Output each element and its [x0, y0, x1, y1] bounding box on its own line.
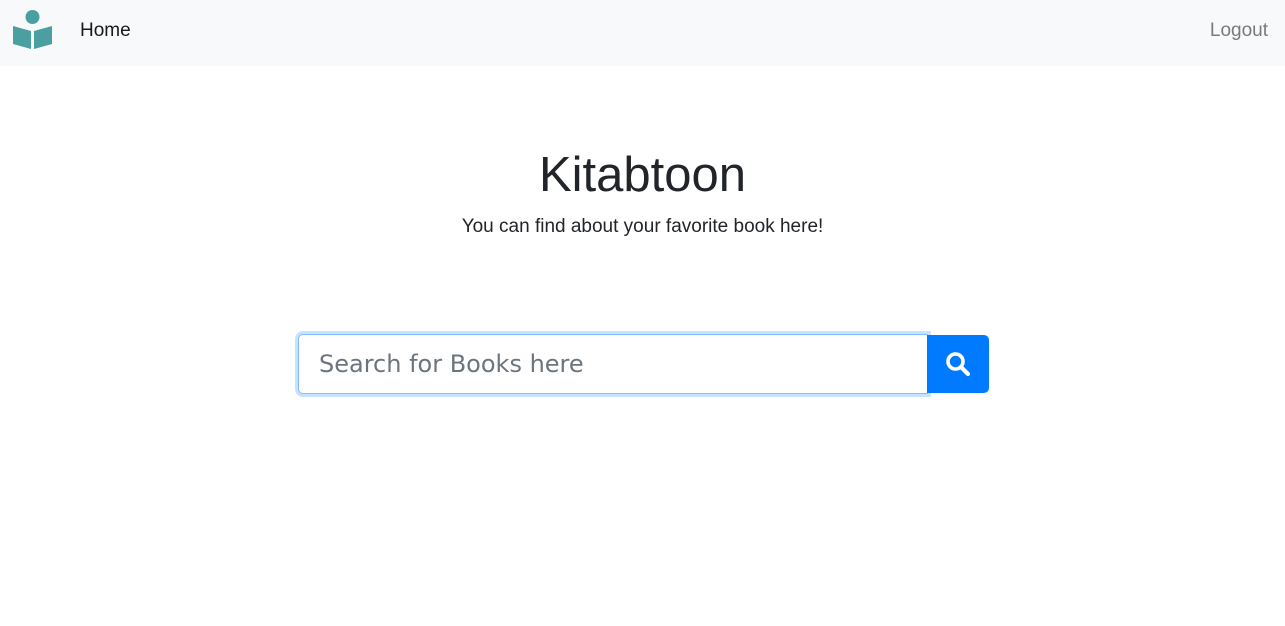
- search-icon: [946, 352, 971, 377]
- navbar: Home Logout: [0, 0, 1285, 66]
- search-form: [298, 334, 990, 394]
- reading-person-icon[interactable]: [12, 9, 53, 50]
- search-input[interactable]: [298, 334, 928, 394]
- search-button[interactable]: [927, 335, 989, 393]
- page-subtitle: You can find about your favorite book he…: [461, 216, 824, 237]
- logout-link[interactable]: Logout: [1210, 20, 1268, 42]
- nav-home-link[interactable]: Home: [80, 20, 131, 42]
- page-title: Kitabtoon: [538, 148, 747, 202]
